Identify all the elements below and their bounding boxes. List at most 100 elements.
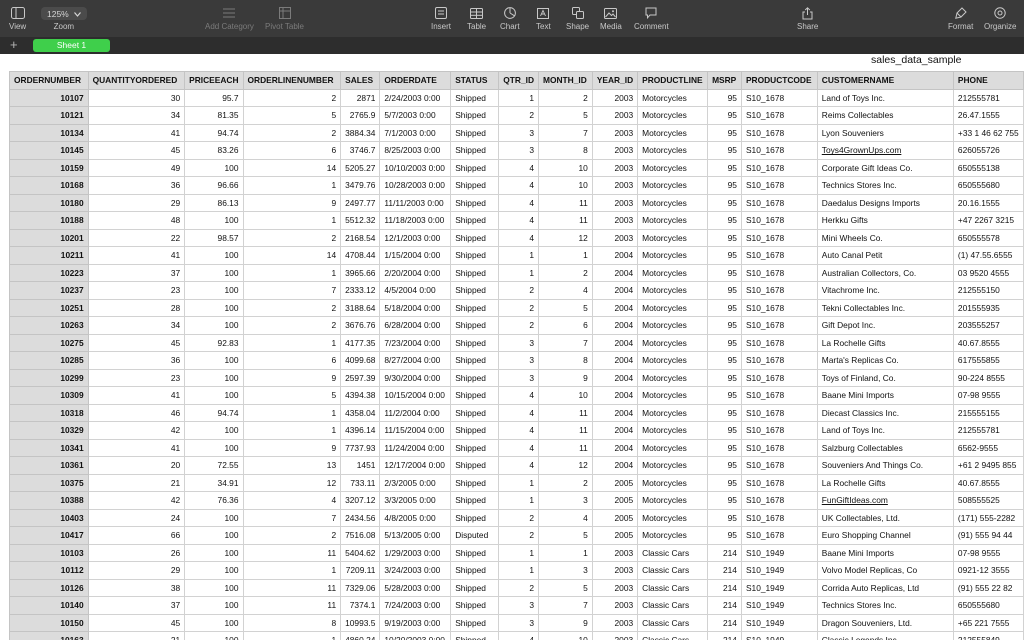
table-cell[interactable]: S10_1678 — [740, 141, 818, 160]
table-cell[interactable]: 2003 — [591, 88, 639, 107]
table-cell[interactable]: 650555680 — [952, 596, 1024, 615]
table-cell[interactable]: 10375 — [9, 473, 89, 492]
table-cell[interactable]: Shipped — [450, 368, 500, 387]
table-cell[interactable]: 11 — [242, 578, 342, 597]
table-cell[interactable]: 95 — [707, 211, 742, 230]
table-cell[interactable]: 81.35 — [184, 106, 244, 125]
share-button[interactable]: Share — [797, 6, 818, 32]
table-cell[interactable]: Classic Legends Inc. — [816, 631, 954, 640]
table-cell[interactable]: 2 — [538, 88, 593, 107]
table-cell[interactable]: 3/3/2005 0:00 — [379, 491, 452, 510]
table-cell[interactable]: 2003 — [591, 123, 639, 142]
column-header[interactable]: QUANTITYORDERED — [87, 71, 186, 90]
table-cell[interactable]: 7737.93 — [340, 438, 381, 457]
table-cell[interactable]: Shipped — [450, 491, 500, 510]
sheet-tab[interactable]: Sheet 1 — [33, 39, 110, 52]
table-cell[interactable]: Toys of Finland, Co. — [816, 368, 954, 387]
table-cell[interactable]: 2005 — [591, 526, 639, 545]
table-cell[interactable]: 9 — [242, 368, 342, 387]
table-cell[interactable]: S10_1678 — [740, 123, 818, 142]
comment-button[interactable]: Comment — [634, 6, 669, 32]
column-header[interactable]: MSRP — [707, 71, 742, 90]
table-cell[interactable]: 30 — [87, 88, 186, 107]
table-cell[interactable]: (91) 555 94 44 — [952, 526, 1024, 545]
table-cell[interactable]: 10 — [538, 386, 593, 405]
organize-button[interactable]: Organize — [984, 6, 1016, 32]
table-cell[interactable]: 10993.5 — [340, 613, 381, 632]
table-cell[interactable]: Classic Cars — [637, 561, 709, 580]
table-cell[interactable]: S10_1678 — [740, 491, 818, 510]
table-cell[interactable]: 36 — [87, 351, 186, 370]
table-cell[interactable]: 86.13 — [184, 193, 244, 212]
table-cell[interactable]: 1 — [498, 473, 539, 492]
table-cell[interactable]: 95 — [707, 298, 742, 317]
table-cell[interactable]: 2 — [538, 473, 593, 492]
table-cell[interactable]: 1/15/2004 0:00 — [379, 246, 452, 265]
table-cell[interactable]: 26.47.1555 — [952, 106, 1024, 125]
table-cell[interactable]: 100 — [184, 281, 244, 300]
table-cell[interactable]: 2 — [242, 298, 342, 317]
table-cell[interactable]: 4396.14 — [340, 421, 381, 440]
column-header[interactable]: QTR_ID — [498, 71, 539, 90]
table-cell[interactable]: Motorcycles — [637, 473, 709, 492]
table-cell[interactable]: Motorcycles — [637, 368, 709, 387]
table-cell[interactable]: 7329.06 — [340, 578, 381, 597]
table-cell[interactable]: Motorcycles — [637, 316, 709, 335]
table-cell[interactable]: 2004 — [591, 368, 639, 387]
table-cell[interactable]: 34 — [87, 106, 186, 125]
text-button[interactable]: Text — [536, 6, 551, 32]
table-cell[interactable]: Classic Cars — [637, 631, 709, 640]
table-cell[interactable]: 100 — [184, 351, 244, 370]
table-button[interactable]: Table — [467, 6, 486, 32]
column-header[interactable]: STATUS — [450, 71, 500, 90]
table-cell[interactable]: 07-98 9555 — [952, 543, 1024, 562]
table-cell[interactable]: 4 — [498, 386, 539, 405]
table-cell[interactable]: 2004 — [591, 316, 639, 335]
table-cell[interactable]: 2004 — [591, 456, 639, 475]
table-cell[interactable]: 11 — [242, 596, 342, 615]
table-cell[interactable]: S10_1678 — [740, 526, 818, 545]
table-cell[interactable]: 100 — [184, 298, 244, 317]
table-cell[interactable]: Motorcycles — [637, 123, 709, 142]
table-cell[interactable]: 10126 — [9, 578, 89, 597]
table-cell[interactable]: 1 — [538, 246, 593, 265]
media-button[interactable]: Media — [600, 6, 622, 32]
table-cell[interactable]: S10_1678 — [740, 456, 818, 475]
table-cell[interactable]: 0921-12 3555 — [952, 561, 1024, 580]
table-cell[interactable]: 95 — [707, 88, 742, 107]
table-cell[interactable]: 95 — [707, 123, 742, 142]
table-cell[interactable]: 7/23/2004 0:00 — [379, 333, 452, 352]
table-cell[interactable]: 95 — [707, 403, 742, 422]
table-cell[interactable]: 07-98 9555 — [952, 386, 1024, 405]
table-cell[interactable]: 10 — [538, 158, 593, 177]
table-cell[interactable]: 95 — [707, 316, 742, 335]
table-cell[interactable]: 95 — [707, 421, 742, 440]
table-cell[interactable]: S10_1678 — [740, 246, 818, 265]
table-cell[interactable]: 10275 — [9, 333, 89, 352]
table-cell[interactable]: 3 — [498, 351, 539, 370]
table-cell[interactable]: Motorcycles — [637, 403, 709, 422]
table-cell[interactable]: 100 — [184, 158, 244, 177]
table-cell[interactable]: 95 — [707, 228, 742, 247]
table-cell[interactable]: 95 — [707, 386, 742, 405]
table-cell[interactable]: Shipped — [450, 596, 500, 615]
table-cell[interactable]: 4 — [498, 211, 539, 230]
table-cell[interactable]: Motorcycles — [637, 351, 709, 370]
table-cell[interactable]: 11 — [538, 193, 593, 212]
view-button[interactable]: View — [9, 6, 26, 32]
table-cell[interactable]: S10_1678 — [740, 211, 818, 230]
table-cell[interactable]: 3 — [538, 491, 593, 510]
table-cell[interactable]: Technics Stores Inc. — [816, 596, 954, 615]
table-cell[interactable]: 3479.76 — [340, 176, 381, 195]
table-cell[interactable]: 2004 — [591, 246, 639, 265]
table-cell[interactable]: Dragon Souveniers, Ltd. — [816, 613, 954, 632]
table-cell[interactable]: 3 — [498, 613, 539, 632]
table-cell[interactable]: 3188.64 — [340, 298, 381, 317]
table-cell[interactable]: 10107 — [9, 88, 89, 107]
table-cell[interactable]: 3 — [498, 368, 539, 387]
table-cell[interactable]: 1451 — [340, 456, 381, 475]
table-cell[interactable]: 212555150 — [952, 281, 1024, 300]
table-cell[interactable]: Motorcycles — [637, 438, 709, 457]
table-cell[interactable]: 100 — [184, 438, 244, 457]
table-cell[interactable]: 10211 — [9, 246, 89, 265]
